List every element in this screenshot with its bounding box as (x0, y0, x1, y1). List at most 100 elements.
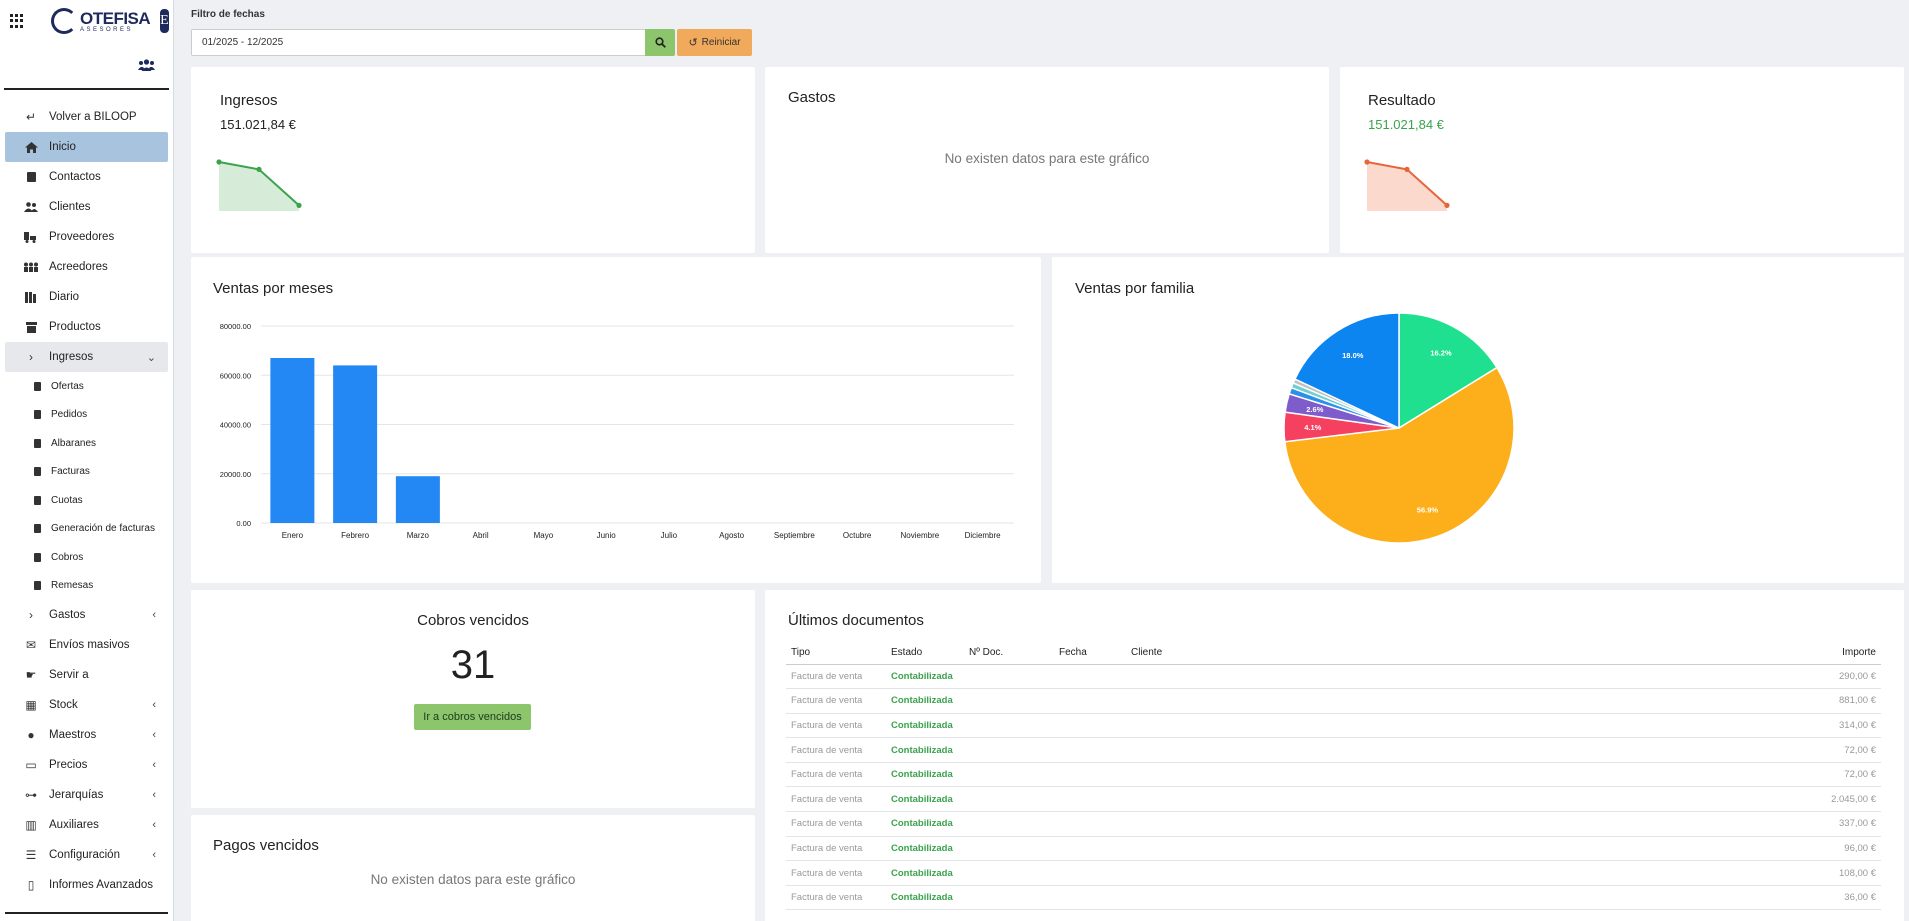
company-badge[interactable]: E (160, 9, 169, 33)
documentos-body: Factura de venta Contabilizada 290,00 € Fac… (786, 664, 1881, 911)
logo-main-text: OTEFISA (80, 8, 151, 28)
table-row[interactable]: Factura de venta Contabilizada 72,00 € (786, 762, 1881, 788)
submenu-label: Remesas (51, 580, 94, 592)
sidebar-item-jerarqu-as[interactable]: ⊶ Jerarquías ‹ (5, 780, 168, 810)
sidebar-item-inicio[interactable]: Inicio (5, 132, 168, 162)
search-icon (654, 37, 666, 48)
sidebar-item-acreedores[interactable]: Acreedores (5, 252, 168, 282)
col-cliente[interactable]: Cliente (1126, 642, 1450, 665)
sidebar-item-clientes[interactable]: Clientes (5, 192, 168, 222)
pagos-title: Pagos vencidos (213, 837, 319, 854)
home-icon (23, 141, 39, 153)
chevron-left-icon: ‹ (152, 699, 156, 711)
sidebar-item-productos[interactable]: Productos (5, 312, 168, 342)
row-tipo: Factura de venta (786, 713, 886, 739)
row-estado: Contabilizada (886, 737, 964, 763)
sidebar-item-precios[interactable]: ▭ Precios ‹ (5, 750, 168, 780)
x-tick-label: Octubre (843, 531, 872, 540)
reset-button[interactable]: ↺ Reiniciar (677, 29, 752, 56)
hand-icon: ☛ (25, 668, 37, 682)
user-area (4, 42, 169, 90)
submenu-item[interactable]: Pedidos (5, 401, 168, 430)
table-header-row: Tipo Estado Nº Doc. Fecha Cliente Import… (786, 642, 1881, 665)
sidebar-item-label: Ingresos (49, 351, 94, 363)
col-tipo[interactable]: Tipo (786, 642, 886, 665)
x-tick-label: Febrero (341, 531, 370, 540)
pagos-no-data: No existen datos para este gráfico (370, 872, 576, 887)
submenu-item[interactable]: Ofertas (5, 372, 168, 401)
sidebar-item-label: Contactos (49, 171, 101, 183)
go-to-cobros-button[interactable]: Ir a cobros vencidos (414, 704, 531, 730)
x-tick-label: Marzo (407, 531, 430, 540)
document-icon (31, 467, 43, 477)
users-group-icon[interactable] (138, 58, 155, 72)
row-fecha (1054, 885, 1126, 911)
sidebar-item-label: Informes Avanzados (49, 879, 153, 891)
sidebar-item-informes-avanzados[interactable]: ▯ Informes Avanzados (5, 870, 168, 900)
table-row[interactable]: Factura de venta Contabilizada 96,00 € (786, 836, 1881, 862)
row-tipo: Factura de venta (786, 737, 886, 763)
row-num-doc (964, 688, 1054, 714)
sidebar-item-diario[interactable]: Diario (5, 282, 168, 312)
row-fecha (1054, 811, 1126, 837)
row-tipo: Factura de venta (786, 836, 886, 862)
row-fecha (1054, 836, 1126, 862)
table-row[interactable]: Factura de venta Contabilizada 36,00 € (786, 885, 1881, 911)
table-row[interactable]: Factura de venta Contabilizada 881,00 € (786, 688, 1881, 714)
sparkline-point (216, 159, 222, 165)
search-button[interactable] (645, 29, 675, 56)
col-importe[interactable]: Importe (1449, 642, 1881, 665)
sidebar-item-auxiliares[interactable]: ▥ Auxiliares ‹ (5, 810, 168, 840)
pie-label: 2.6% (1306, 405, 1323, 414)
submenu-item[interactable]: Facturas (5, 458, 168, 487)
documentos-table: Tipo Estado Nº Doc. Fecha Cliente Import… (786, 642, 1881, 911)
submenu-item[interactable]: Albaranes (5, 429, 168, 458)
submenu-item[interactable]: Cobros (5, 543, 168, 572)
row-estado: Contabilizada (886, 836, 964, 862)
col-fecha[interactable]: Fecha (1054, 642, 1126, 665)
sidebar-item-proveedores[interactable]: Proveedores (5, 222, 168, 252)
table-row[interactable]: Factura de venta Contabilizada 314,00 € (786, 713, 1881, 739)
sidebar-item-contactos[interactable]: Contactos (5, 162, 168, 192)
col-num-doc[interactable]: Nº Doc. (964, 642, 1054, 665)
sidebar-item-configuraci-n[interactable]: ☰ Configuración ‹ (5, 840, 168, 870)
file-icon: ▯ (27, 878, 35, 892)
row-importe: 72,00 € (1449, 737, 1881, 763)
sidebar-item-label: Acreedores (49, 261, 108, 273)
row-num-doc (964, 885, 1054, 911)
submenu-item[interactable]: Generación de facturas (5, 515, 168, 544)
sidebar-item-label: Diario (49, 291, 80, 303)
table-row[interactable]: Factura de venta Contabilizada 2.045,00 € (786, 786, 1881, 813)
sidebar-item-ingresos[interactable]: › Ingresos ⌄ (5, 342, 168, 372)
back-to-biloop-link[interactable]: ↵ Volver a BILOOP (5, 102, 168, 132)
logo-circle-icon (51, 8, 77, 34)
sidebar-item-label: Configuración (49, 849, 120, 861)
table-row[interactable]: Factura de venta Contabilizada 337,00 € (786, 811, 1881, 837)
sidebar-item-stock[interactable]: ▦ Stock ‹ (5, 690, 168, 720)
sidebar-item-servir-a[interactable]: ☛ Servir a (5, 660, 168, 690)
sidebar-item-gastos[interactable]: › Gastos ‹ (5, 600, 168, 630)
row-cliente (1126, 688, 1450, 714)
logo: OTEFISA ASESORES (51, 8, 151, 34)
table-row[interactable]: Factura de venta Contabilizada 290,00 € (786, 664, 1881, 690)
sidebar-item-label: Stock (49, 699, 78, 711)
sidebar-item-maestros[interactable]: ● Maestros ‹ (5, 720, 168, 750)
sidebar-item-env-os-masivos[interactable]: ✉ Envíos masivos (5, 630, 168, 660)
table-row[interactable]: Factura de venta Contabilizada 108,00 € (786, 860, 1881, 886)
date-range-input[interactable]: 01/2025 - 12/2025 (191, 29, 646, 56)
ingresos-card: Ingresos 151.021,84 € (191, 67, 755, 253)
table-row[interactable]: Factura de venta Contabilizada 72,00 € (786, 737, 1881, 763)
bar (270, 358, 315, 523)
document-icon (31, 524, 43, 534)
submenu-item[interactable]: Cuotas (5, 486, 168, 515)
col-estado[interactable]: Estado (886, 642, 964, 665)
row-num-doc (964, 713, 1054, 739)
row-num-doc (964, 737, 1054, 763)
submenu-label: Ofertas (51, 380, 84, 392)
row-tipo: Factura de venta (786, 688, 886, 714)
cobros-title: Cobros vencidos (417, 612, 529, 629)
x-tick-label: Noviembre (901, 531, 940, 540)
apps-grid-icon[interactable] (10, 14, 23, 28)
return-arrow-icon: ↵ (25, 110, 37, 124)
submenu-item[interactable]: Remesas (5, 572, 168, 601)
